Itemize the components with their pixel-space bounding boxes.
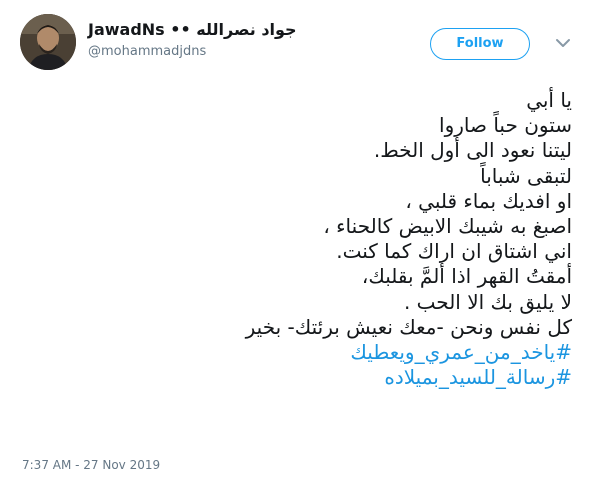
hashtag-link[interactable]: #رسالة_للسيد_بميلاده: [32, 365, 572, 390]
user-handle[interactable]: @mohammadjdns: [88, 42, 297, 62]
tweet-timestamp[interactable]: 7:37 AM - 27 Nov 2019: [22, 458, 160, 472]
chevron-down-icon[interactable]: [552, 32, 574, 54]
author-names: JawadNs •• جواد نصرالله @mohammadjdns: [88, 20, 297, 62]
follow-button[interactable]: Follow: [430, 28, 530, 60]
avatar-image: [20, 14, 76, 70]
display-name[interactable]: JawadNs •• جواد نصرالله: [88, 20, 297, 40]
tweet-line: ليتنا نعود الى أول الخط.: [373, 138, 572, 163]
tweet-text: يا أبي ستون حباً صاروا ليتنا نعود الى أو…: [32, 88, 572, 390]
tweet-line: لتبقى شباباً: [480, 163, 572, 188]
tweet-line: ستون حباً صاروا: [439, 113, 572, 138]
tweet-line: اني اشتاق ان اراك كما كنت.: [336, 239, 572, 264]
tweet-header: JawadNs •• جواد نصرالله @mohammadjdns Fo…: [20, 14, 580, 70]
tweet-line: أمقتُ القهر اذا ألمَّ بقلبك،: [361, 264, 572, 289]
tweet-line: او افديك بماء قلبي ،: [405, 188, 572, 213]
tweet-card: JawadNs •• جواد نصرالله @mohammadjdns Fo…: [0, 0, 600, 486]
tweet-line: كل نفس ونحن -معك نعيش برئتك- بخير: [245, 314, 572, 339]
avatar[interactable]: [20, 14, 76, 70]
tweet-line: يا أبي: [526, 88, 572, 112]
hashtag-link[interactable]: #ياخد_من_عمري_ويعطيك: [32, 340, 572, 365]
tweet-line: اصبغ به شيبك الابيض كالحناء ،: [323, 214, 572, 239]
tweet-line: لا يليق بك الا الحب .: [403, 289, 572, 314]
